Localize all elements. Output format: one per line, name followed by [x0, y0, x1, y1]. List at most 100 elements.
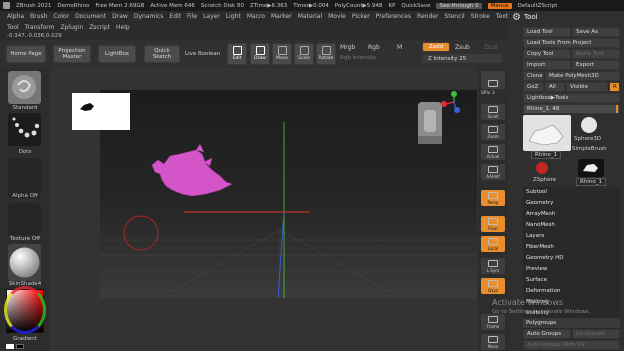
goz-button[interactable]: GoZ — [523, 82, 544, 92]
r-button[interactable]: R — [609, 82, 620, 92]
tool-thumb-zsphere[interactable] — [532, 160, 552, 176]
auto-groups-button[interactable]: Auto Groups — [523, 329, 571, 339]
see-through-slider[interactable]: See-through 0 — [436, 2, 482, 9]
m-button[interactable]: M — [397, 44, 402, 51]
all-button[interactable]: All — [545, 82, 565, 92]
menu-preferences[interactable]: Preferences — [376, 13, 411, 20]
color-hue-ring[interactable] — [4, 286, 46, 334]
alpha-selector[interactable] — [8, 158, 41, 198]
z-intensity-slider[interactable]: Z Intensity 25 — [422, 54, 502, 63]
menu-render[interactable]: Render — [417, 13, 438, 20]
preview-section[interactable]: Preview — [523, 264, 620, 274]
deformation-section[interactable]: Deformation — [523, 286, 620, 296]
edit-button[interactable]: Edit — [227, 43, 247, 65]
make-polymesh3d-button[interactable]: Make PolyMesh3D — [545, 71, 620, 81]
brush-selector[interactable] — [8, 71, 41, 104]
surface-section[interactable]: Surface — [523, 275, 620, 285]
menu-draw[interactable]: Draw — [112, 13, 128, 20]
menu-zscript[interactable]: Zscript — [89, 24, 110, 31]
home-page-button[interactable]: Home Page — [6, 45, 46, 63]
frame-button[interactable]: Frame — [481, 314, 505, 330]
scroll-button[interactable]: Scroll — [481, 104, 505, 120]
gear-icon[interactable]: ⚙ — [512, 12, 521, 23]
actual-button[interactable]: Actual — [481, 144, 505, 160]
load-tools-from-project-button[interactable]: Load Tools From Project — [523, 38, 620, 48]
clone-button[interactable]: Clone — [523, 71, 544, 81]
stroke-selector[interactable] — [8, 113, 41, 146]
scale-button[interactable]: Scale — [294, 43, 314, 65]
zoom-button[interactable]: Zoom — [481, 124, 505, 140]
menu-file[interactable]: File — [187, 13, 197, 20]
viewport-canvas[interactable] — [100, 90, 477, 298]
default-zscript[interactable]: DefaultZScript — [518, 3, 558, 9]
floor-button[interactable]: Floor — [481, 216, 505, 232]
menu-help[interactable]: Help — [116, 24, 130, 31]
zadd-button[interactable]: Zadd — [422, 42, 450, 52]
paste-tool-button[interactable]: Paste Tool — [572, 49, 620, 59]
main-color-swatch[interactable] — [6, 344, 14, 349]
menu-tool[interactable]: Tool — [7, 24, 19, 31]
import-button[interactable]: Import — [523, 60, 571, 70]
menu-dynamics[interactable]: Dynamics — [134, 13, 164, 20]
auto-groups-with-uv-button[interactable]: Auto Groups With UV — [523, 340, 620, 350]
load-tool-button[interactable]: Load Tool — [523, 27, 571, 37]
lightbox-tools-button[interactable]: Lightbox▶Tools — [523, 93, 620, 103]
quicksave-button[interactable]: QuickSave — [401, 3, 430, 9]
menu-stencil[interactable]: Stencil — [444, 13, 464, 20]
rhino-model[interactable] — [151, 144, 233, 197]
tool-thumb-sphere3d[interactable] — [578, 115, 600, 135]
nanomesh-section[interactable]: NanoMesh — [523, 220, 620, 230]
uv-groups-button[interactable]: Uv Groups — [572, 329, 620, 339]
texture-selector[interactable] — [8, 203, 41, 235]
subtool-section[interactable]: Subtool — [523, 187, 620, 197]
menu-picker[interactable]: Picker — [352, 13, 370, 20]
save-as-button[interactable]: Save As — [572, 27, 620, 37]
menu-material[interactable]: Material — [298, 13, 322, 20]
projection-master-button[interactable]: Projection Master — [53, 45, 91, 63]
menu-movie[interactable]: Movie — [328, 13, 346, 20]
menu-document[interactable]: Document — [75, 13, 106, 20]
menu-macro[interactable]: Macro — [247, 13, 265, 20]
tool-thumb-rhino-active[interactable] — [523, 115, 571, 151]
rotate-button[interactable]: Rotate — [316, 43, 336, 65]
menu-light[interactable]: Light — [226, 13, 241, 20]
view-cube-head[interactable] — [418, 102, 442, 144]
polygroups-section[interactable]: Polygroups — [523, 318, 620, 328]
current-tool-slider[interactable]: Rhino_1. 48 — [523, 104, 620, 114]
menu-marker[interactable]: Marker — [271, 13, 292, 20]
bpr-button[interactable] — [481, 71, 505, 89]
export-button[interactable]: Export — [572, 60, 620, 70]
visible-button[interactable]: Visible — [566, 82, 608, 92]
copy-tool-button[interactable]: Copy Tool — [523, 49, 571, 59]
material-selector[interactable] — [8, 244, 41, 281]
draw-button[interactable]: Draw — [250, 43, 270, 65]
move-view-button[interactable]: Move — [481, 334, 505, 350]
geometry-hd-section[interactable]: Geometry HD — [523, 253, 620, 263]
secondary-color-swatch[interactable] — [16, 344, 24, 349]
live-boolean-button[interactable]: Live Boolean — [185, 51, 220, 57]
spix-slider[interactable]: SPix 3 — [481, 91, 495, 96]
arraymesh-section[interactable]: ArrayMesh — [523, 209, 620, 219]
zsub-button[interactable]: Zsub — [455, 44, 470, 51]
qxyz-button[interactable]: Qxyz — [481, 278, 505, 294]
geometry-section[interactable]: Geometry — [523, 198, 620, 208]
menu-layer[interactable]: Layer — [203, 13, 220, 20]
menu-transform[interactable]: Transform — [25, 24, 55, 31]
quick-sketch-button[interactable]: Quick Sketch — [144, 45, 180, 63]
persp-button[interactable]: Persp — [481, 190, 505, 206]
lightbox-button[interactable]: LightBox — [98, 45, 136, 63]
menu-color[interactable]: Color — [53, 13, 69, 20]
mrgb-button[interactable]: Mrgb — [340, 44, 355, 51]
aahalf-button[interactable]: AAHalf — [481, 164, 505, 180]
layers-section[interactable]: Layers — [523, 231, 620, 241]
menu-alpha[interactable]: Alpha — [7, 13, 24, 20]
navigation-thumbnail[interactable] — [72, 93, 130, 130]
rgb-intensity-slider[interactable]: Rgb Intensity — [340, 55, 377, 61]
menu-zplugin[interactable]: Zplugin — [61, 24, 84, 31]
menu-brush[interactable]: Brush — [30, 13, 47, 20]
lsym-button[interactable]: L.Sym — [481, 258, 505, 274]
menu-edit[interactable]: Edit — [169, 13, 181, 20]
tool-thumb-rhino-small[interactable] — [578, 159, 604, 177]
menus-toggle[interactable]: Menus — [487, 2, 512, 9]
zcut-button[interactable]: Zcut — [484, 44, 498, 51]
